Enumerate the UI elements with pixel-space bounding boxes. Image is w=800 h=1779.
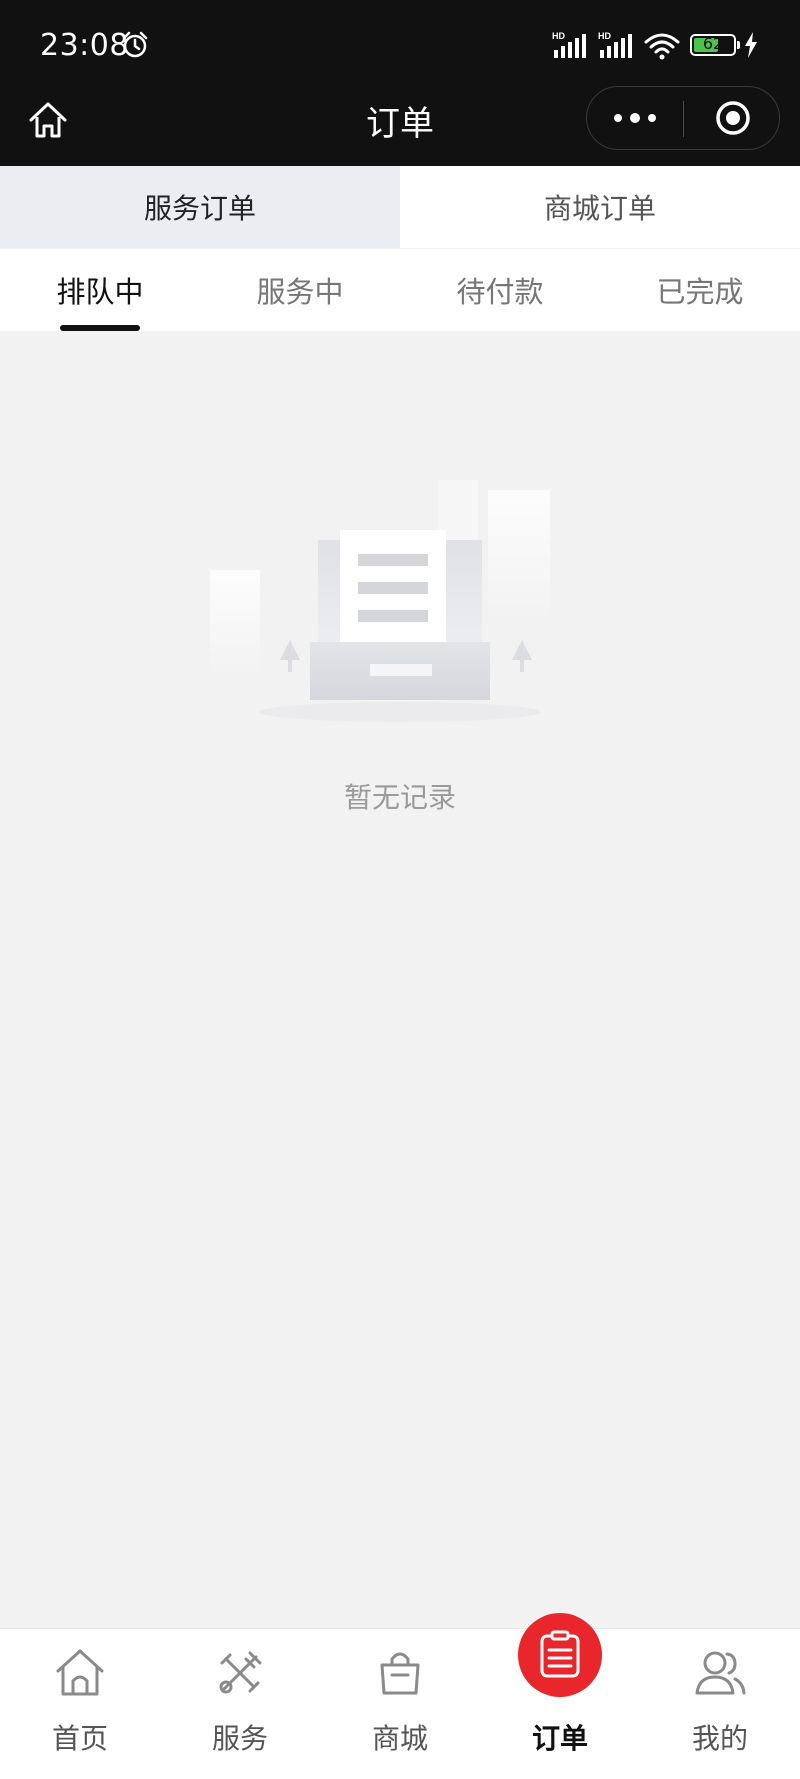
- shopping-bag-icon: [368, 1641, 432, 1705]
- tab-completed[interactable]: 已完成: [600, 249, 800, 331]
- tabbar-item-service[interactable]: 服务: [160, 1629, 320, 1779]
- tabbar-item-home[interactable]: 首页: [0, 1629, 160, 1779]
- signal-icon: HD: [598, 30, 636, 64]
- tabbar-label-mine: 我的: [691, 1722, 748, 1755]
- tabbar-label-service: 服务: [211, 1722, 268, 1755]
- close-button[interactable]: [684, 87, 781, 149]
- mini-program-capsule: [586, 86, 780, 150]
- signal-icon: HD: [552, 30, 590, 64]
- tabbar-label-home: 首页: [51, 1722, 108, 1755]
- bottom-tab-bar: 首页 服务 商城 订单 我的: [0, 1613, 800, 1779]
- status-time: 23:08: [40, 28, 129, 63]
- more-button[interactable]: [587, 87, 683, 149]
- home-icon: [48, 1641, 112, 1705]
- tabbar-item-mall[interactable]: 商城: [320, 1629, 480, 1779]
- battery-icon: 62: [690, 34, 736, 56]
- battery-tip: [737, 41, 740, 49]
- top-bar: 23:08 HD HD 62 订单: [0, 0, 800, 166]
- order-status-tabs: 排队中 服务中 待付款 已完成: [0, 249, 800, 331]
- tab-queuing[interactable]: 排队中: [0, 249, 200, 331]
- tab-pending-payment[interactable]: 待付款: [400, 249, 600, 331]
- tab-pending-payment-label: 待付款: [456, 275, 544, 309]
- active-tab-indicator: [60, 325, 140, 331]
- empty-document-tray-icon: [200, 430, 600, 750]
- tab-mall-orders[interactable]: 商城订单: [400, 166, 800, 248]
- tab-in-service-label: 服务中: [256, 275, 344, 309]
- tab-completed-label: 已完成: [656, 275, 744, 309]
- tab-service-orders[interactable]: 服务订单: [0, 166, 400, 248]
- battery-level: 62: [702, 34, 724, 53]
- alarm-icon: [120, 30, 150, 64]
- tabbar-item-orders[interactable]: 订单: [480, 1613, 640, 1779]
- tools-icon: [208, 1641, 272, 1705]
- signal-hd-label: HD: [552, 31, 565, 41]
- wifi-icon: [644, 32, 680, 64]
- tabbar-item-mine[interactable]: 我的: [640, 1629, 800, 1779]
- tabbar-label-mall: 商城: [371, 1722, 428, 1755]
- order-list-icon: [518, 1613, 602, 1697]
- tabbar-label-orders: 订单: [531, 1722, 588, 1755]
- signal-hd-label: HD: [598, 31, 611, 41]
- order-type-tabs: 服务订单 商城订单: [0, 166, 800, 248]
- target-circle-icon: [715, 101, 750, 135]
- more-dots-icon: [614, 113, 656, 123]
- tab-queuing-label: 排队中: [56, 275, 144, 309]
- tab-in-service[interactable]: 服务中: [200, 249, 400, 331]
- user-group-icon: [688, 1641, 752, 1705]
- empty-state-text: 暂无记录: [343, 781, 456, 814]
- charging-icon: [744, 32, 758, 62]
